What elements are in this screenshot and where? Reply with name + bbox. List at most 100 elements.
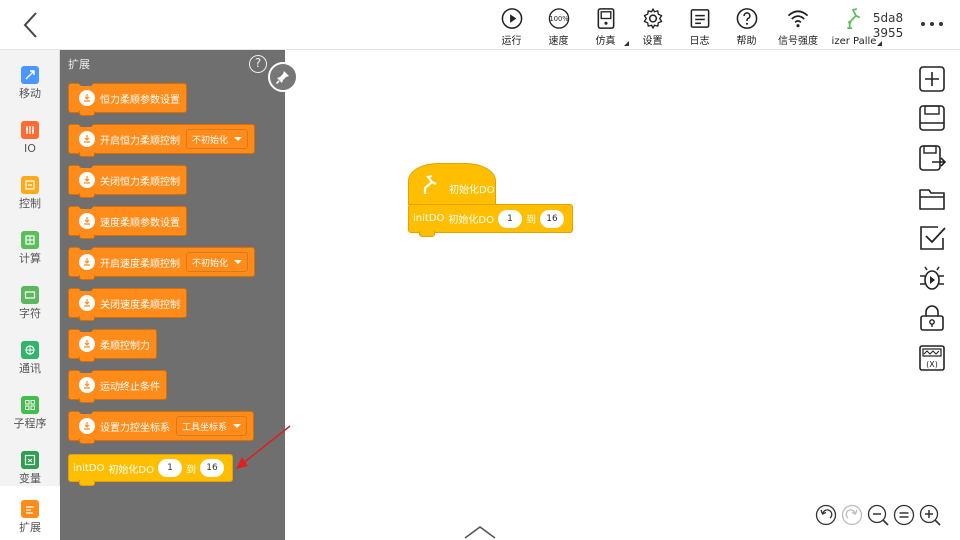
category-label: 通讯 [19, 362, 41, 375]
extension-block-icon [79, 295, 95, 311]
log-label: 日志 [689, 36, 710, 47]
block-force-compliance-params[interactable]: 恒力柔顺参数设置 [68, 83, 187, 116]
block-speed-compliance-params[interactable]: 速度柔顺参数设置 [68, 206, 187, 239]
simulation-icon [597, 8, 614, 29]
category-label: 字符 [19, 307, 41, 320]
block-set-force-coordinate[interactable]: 设置力控坐标系 工具坐标系 [68, 411, 255, 444]
category-communication[interactable]: 通讯 [0, 335, 60, 389]
save-button[interactable] [918, 104, 946, 132]
undo-icon [815, 504, 837, 526]
toolbar-tools: 运行 100% 速度 仿真 设置 日志 帮助 信号强度 izer Palle [488, 4, 882, 48]
block-label: 运动终止条件 [100, 381, 160, 393]
category-calculate[interactable]: 计算 [0, 225, 60, 279]
category-io[interactable]: IO [0, 115, 60, 169]
simulation-button[interactable]: 仿真 [582, 4, 629, 48]
speed-label: 速度 [548, 36, 569, 47]
zoom-in-button[interactable] [919, 504, 941, 526]
string-icon [21, 286, 39, 304]
extension-block-icon [79, 172, 95, 188]
log-button[interactable]: 日志 [676, 4, 723, 48]
extension-icon [21, 500, 39, 518]
help-button[interactable]: 帮助 [723, 4, 770, 48]
add-button[interactable] [918, 65, 946, 93]
settings-icon [643, 8, 662, 29]
extension-block-icon [79, 131, 95, 147]
settings-button[interactable]: 设置 [629, 4, 676, 48]
check-button[interactable] [918, 224, 946, 252]
init-dropdown[interactable]: 不初始化 [186, 129, 249, 149]
speed-icon: 100% [548, 8, 569, 29]
run-button[interactable]: 运行 [488, 4, 535, 48]
zoom-reset-button[interactable] [893, 504, 915, 526]
zoom-out-icon [867, 504, 889, 526]
extension-block-icon [79, 418, 95, 434]
block-label: 关闭恒力柔顺控制 [100, 176, 180, 188]
hat-label: 初始化DO [449, 185, 495, 196]
block-compliance-force[interactable]: 柔顺控制力 [68, 329, 157, 362]
category-control[interactable]: 控制 [0, 170, 60, 224]
save-as-button[interactable] [918, 144, 947, 172]
simulation-label: 仿真 [595, 36, 616, 47]
undo-button[interactable] [815, 504, 837, 526]
category-subroutine[interactable]: 子程序 [0, 390, 60, 444]
back-button[interactable] [14, 8, 48, 42]
block-label: 开启速度柔顺控制 [100, 258, 180, 270]
block-enable-force-compliance[interactable]: 开启恒力柔顺控制 不初始化 [68, 124, 256, 157]
save-as-icon [919, 145, 947, 171]
more-button[interactable] [918, 14, 946, 34]
extension-block-icon [79, 213, 95, 229]
category-move[interactable]: 移动 [0, 60, 60, 114]
block-label: 设置力控坐标系 [100, 422, 170, 434]
pin-icon [275, 71, 289, 85]
zoom-in-icon [919, 504, 941, 526]
block-enable-speed-compliance[interactable]: 开启速度柔顺控制 不初始化 [68, 247, 256, 280]
category-label: 控制 [19, 197, 41, 210]
canvas-hat-block[interactable]: 初始化DO [408, 163, 496, 205]
lock-icon [920, 305, 944, 331]
flyout-init-do-block[interactable]: initDO 初始化DO 1 到 16 [68, 454, 233, 486]
caret-down-icon [234, 137, 243, 141]
block-disable-speed-compliance[interactable]: 关闭速度柔顺控制 [68, 288, 187, 321]
settings-label: 设置 [642, 36, 663, 47]
extension-block-icon [79, 336, 95, 352]
from-input[interactable]: 1 [497, 209, 522, 228]
expand-panel-button[interactable] [462, 522, 498, 540]
dropdown-value: 不初始化 [192, 258, 229, 269]
redo-button[interactable] [841, 504, 863, 526]
category-label: 子程序 [13, 417, 47, 430]
open-folder-button[interactable] [918, 184, 946, 212]
init-dropdown[interactable]: 不初始化 [186, 252, 249, 272]
more-icon [921, 22, 943, 26]
zoom-out-button[interactable] [867, 504, 889, 526]
variable-monitor-button[interactable]: (X) [918, 344, 946, 372]
control-icon [21, 176, 39, 194]
canvas-init-do-block[interactable]: initDO 初始化DO 1 到 16 [408, 204, 573, 237]
category-sidebar: 移动 IO 控制 计算 字符 通讯 子程序 变量 扩展 [0, 50, 60, 540]
category-string[interactable]: 字符 [0, 280, 60, 334]
from-input[interactable]: 1 [157, 459, 182, 477]
device-id: 5da8 3955 [866, 11, 910, 41]
debug-button[interactable] [918, 264, 946, 292]
category-extension[interactable]: 扩展 [0, 486, 60, 540]
to-label: 到 [185, 464, 196, 476]
dropdown-value: 工具坐标系 [182, 422, 228, 433]
extension-block-icon [79, 377, 95, 393]
to-input[interactable]: 16 [539, 209, 564, 228]
block-motion-stop-condition[interactable]: 运动终止条件 [68, 370, 167, 403]
speed-button[interactable]: 100% 速度 [535, 4, 582, 48]
block-label: 初始化DO [108, 464, 154, 476]
block-label: 柔顺控制力 [100, 340, 150, 352]
signal-strength[interactable]: 信号强度 [770, 4, 826, 48]
flyout-help-button[interactable]: ? [249, 55, 267, 73]
redo-icon [841, 504, 863, 526]
dropdown-value: 不初始化 [192, 135, 229, 146]
communication-icon [21, 341, 39, 359]
add-icon [919, 66, 945, 92]
dropdown-corner-icon [877, 41, 882, 46]
to-input[interactable]: 16 [199, 459, 224, 477]
pin-flyout-button[interactable] [268, 62, 298, 92]
block-disable-force-compliance[interactable]: 关闭恒力柔顺控制 [68, 165, 187, 198]
lock-button[interactable] [918, 304, 946, 332]
block-prefix: initDO [73, 462, 105, 474]
chevron-up-icon [464, 526, 496, 539]
